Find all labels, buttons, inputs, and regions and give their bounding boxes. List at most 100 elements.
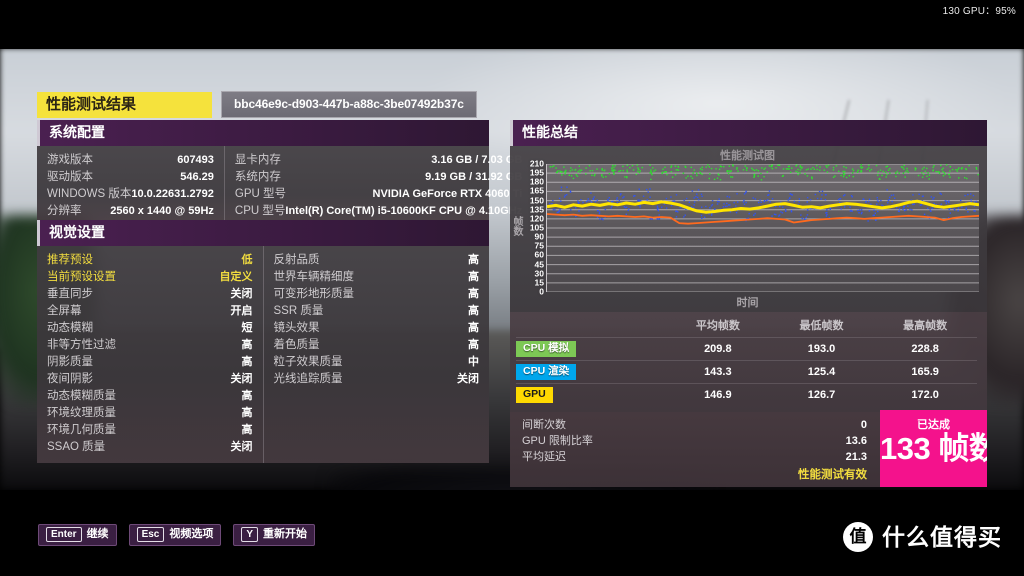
setting-value: 高 xyxy=(241,356,253,368)
visual-setting-row-11[interactable]: 环境几何质量 高 xyxy=(37,422,263,439)
chart-y-axis-label: 帧数 xyxy=(513,217,524,238)
table-body: CPU 模拟 209.8 193.0 228.8 CPU 渲染 143.3 125.4 165… xyxy=(516,337,977,406)
watermark-text: 什么值得买 xyxy=(882,524,1002,550)
stats-min-cell: 125.4 xyxy=(769,360,874,384)
key-hint-label: 继续 xyxy=(86,528,109,540)
summary-value: 0 xyxy=(860,419,867,431)
chart-plot xyxy=(546,164,979,292)
visual-setting-row-3[interactable]: 垂直同步 关闭 xyxy=(37,286,263,303)
setting-value: Intel(R) Core(TM) i5-10600KF CPU @ 4.10G… xyxy=(285,205,523,217)
setting-label: 阴影质量 xyxy=(47,356,93,368)
setting-value: 高 xyxy=(468,305,479,317)
setting-label: 游戏版本 xyxy=(47,154,93,166)
watermark: 值 什么值得买 xyxy=(843,522,1002,552)
visual-settings-panel: 视觉设置 推荐预设低当前预设设置 自定义 垂直同步 关闭 全屏幕 开启 动态模糊短非等方性过… xyxy=(37,220,489,463)
benchmark-chart: 性能测试图 帧数 210 195 180 165 150 135 120 105 90 75 60 4… xyxy=(510,146,987,312)
visual-setting-row-5[interactable]: 动态模糊 短 xyxy=(37,320,263,337)
visual-setting-row-6[interactable]: 着色质量 高 xyxy=(264,337,490,354)
setting-label: 环境几何质量 xyxy=(47,424,116,436)
visual-setting-row-4[interactable]: 全屏幕 开启 xyxy=(37,303,263,320)
performance-summary-block: 间断次数 0 GPU 限制比率 13.6 平均延迟 21.3 性能测试有效 已达成 133… xyxy=(510,410,987,487)
setting-value: 高 xyxy=(468,271,479,283)
setting-value: 546.29 xyxy=(180,171,214,183)
summary-label: 间断次数 xyxy=(522,419,566,431)
setting-label: 全屏幕 xyxy=(47,305,82,317)
visual-settings-heading: 视觉设置 xyxy=(37,220,489,246)
setting-value: 高 xyxy=(241,390,253,402)
table-header-row: 平均帧数 最低帧数 最高帧数 xyxy=(516,315,977,338)
visual-setting-row-2[interactable]: 世界车辆精细度 高 xyxy=(264,269,490,286)
system-config-row-3[interactable]: WINDOWS 版本 10.0.22631.2792 xyxy=(37,186,224,203)
system-config-row-1[interactable]: 显卡内存 3.16 GB / 7.03 GB xyxy=(225,152,532,169)
table-row[interactable]: CPU 模拟 209.8 193.0 228.8 xyxy=(516,337,977,361)
visual-setting-row-6[interactable]: 非等方性过滤 高 xyxy=(37,337,263,354)
setting-value: 低 xyxy=(241,254,253,266)
stats-max-cell: 165.9 xyxy=(873,360,977,384)
setting-label: 显卡内存 xyxy=(234,154,281,166)
chart-x-axis-label: 时间 xyxy=(736,297,759,309)
keycap-icon: Y xyxy=(241,527,259,542)
stats-avg-cell: 146.9 xyxy=(666,383,770,406)
key-hint-label: 重新开始 xyxy=(263,528,308,540)
summary-label: GPU 限制比率 xyxy=(522,435,593,447)
system-config-heading: 系统配置 xyxy=(37,120,489,146)
visual-setting-row-7[interactable]: 粒子效果质量 中 xyxy=(264,354,490,371)
system-config-panel: 系统配置 游戏版本 607493 驱动版本 546.29 WINDOWS 版本 10.0.… xyxy=(37,120,522,227)
performance-heading: 性能总结 xyxy=(510,120,987,146)
system-config-row-2[interactable]: 系统内存 9.19 GB / 31.92 GB xyxy=(225,169,532,186)
system-config-row-1[interactable]: 游戏版本 607493 xyxy=(37,152,224,169)
page-title: 性能测试结果 xyxy=(37,91,212,118)
key-hint-esc[interactable]: Esc 视频选项 xyxy=(128,524,222,546)
system-config-column-left: 游戏版本 607493 驱动版本 546.29 WINDOWS 版本 10.0.22631… xyxy=(37,146,224,227)
key-hint-enter[interactable]: Enter 继续 xyxy=(38,524,117,546)
stats-series-cell: CPU 渲染 xyxy=(516,360,666,384)
setting-label: 垂直同步 xyxy=(47,288,93,300)
stats-column-header: 最高帧数 xyxy=(903,320,948,332)
visual-setting-row-4[interactable]: SSR 质量 高 xyxy=(264,303,490,320)
visual-setting-row-12[interactable]: SSAO 质量 关闭 xyxy=(37,439,263,456)
system-config-row-4[interactable]: CPU 型号 Intel(R) Core(TM) i5-10600KF CPU @… xyxy=(225,203,532,220)
summary-value: 13.6 xyxy=(845,435,867,447)
setting-label: 环境纹理质量 xyxy=(47,407,116,419)
table-row[interactable]: CPU 渲染 143.3 125.4 165.9 xyxy=(516,360,977,384)
setting-value: 高 xyxy=(468,322,479,334)
visual-setting-row-10[interactable]: 环境纹理质量 高 xyxy=(37,405,263,422)
summary-label: 平均延迟 xyxy=(522,451,566,463)
visual-setting-row-9[interactable]: 动态模糊质量 高 xyxy=(37,388,263,405)
summary-value: 21.3 xyxy=(845,451,867,463)
setting-label: 分辨率 xyxy=(47,205,82,217)
visual-setting-row-5[interactable]: 镜头效果 高 xyxy=(264,320,490,337)
letterbox-top xyxy=(0,0,1024,49)
stats-avg-cell: 143.3 xyxy=(666,360,770,384)
setting-value: NVIDIA GeForce RTX 4060 Ti xyxy=(372,188,523,200)
setting-value: 高 xyxy=(241,407,253,419)
setting-value: 高 xyxy=(468,254,479,266)
setting-label: 非等方性过滤 xyxy=(47,339,116,351)
badge-score-unit: 帧数 xyxy=(938,431,987,466)
key-hint-label: 视频选项 xyxy=(169,528,214,540)
visual-setting-row-2[interactable]: 当前预设设置 自定义 xyxy=(37,269,263,286)
setting-value: 关闭 xyxy=(230,288,253,300)
stats-min-cell: 193.0 xyxy=(769,337,874,361)
table-row[interactable]: GPU 146.9 126.7 172.0 xyxy=(516,383,977,406)
chart-scatter-1 xyxy=(549,164,979,181)
score-badge: 已达成 133 帧数 xyxy=(880,410,987,487)
visual-setting-row-3[interactable]: 可变形地形质量 高 xyxy=(264,286,490,303)
visual-setting-row-8[interactable]: 夜间阴影 关闭 xyxy=(37,371,263,388)
visual-setting-row-1[interactable]: 推荐预设 低 xyxy=(37,252,263,269)
visual-setting-row-7[interactable]: 阴影质量 高 xyxy=(37,354,263,371)
series-legend-chip: CPU 模拟 xyxy=(516,341,577,357)
stats-series-cell: GPU xyxy=(516,383,666,406)
key-hint-y[interactable]: Y 重新开始 xyxy=(233,524,316,546)
visual-setting-row-1[interactable]: 反射品质 高 xyxy=(264,252,490,269)
system-config-row-2[interactable]: 驱动版本 546.29 xyxy=(37,169,224,186)
system-config-row-3[interactable]: GPU 型号 NVIDIA GeForce RTX 4060 Ti xyxy=(225,186,532,203)
system-config-row-4[interactable]: 分辨率 2560 x 1440 @ 59Hz xyxy=(37,203,224,220)
setting-label: 当前预设设置 xyxy=(47,271,116,283)
setting-value: 中 xyxy=(468,356,479,368)
visual-setting-row-8[interactable]: 光线追踪质量 关闭 xyxy=(264,371,490,388)
setting-value: 高 xyxy=(468,339,479,351)
setting-value: 高 xyxy=(241,339,253,351)
visual-settings-body: 推荐预设低当前预设设置 自定义 垂直同步 关闭 全屏幕 开启 动态模糊短非等方性过滤高阴影质… xyxy=(37,246,489,463)
watermark-logo-icon: 值 xyxy=(843,522,873,552)
